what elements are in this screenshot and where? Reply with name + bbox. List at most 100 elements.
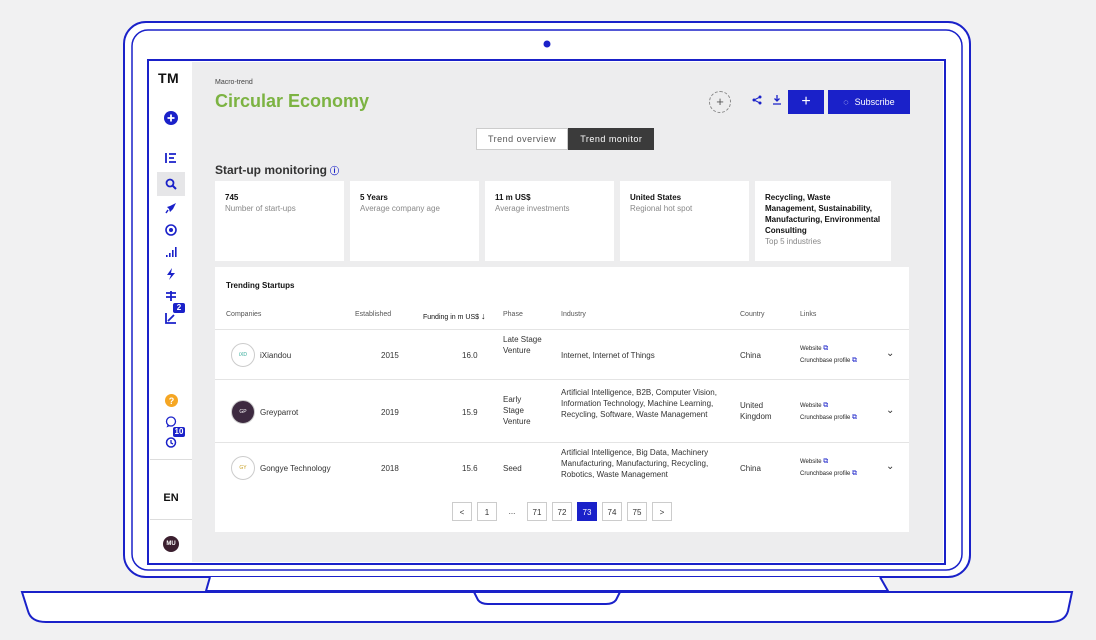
kpi-card: 745 Number of start-ups [215,181,344,261]
kpi-card: United States Regional hot spot [620,181,749,261]
chevron-down-icon[interactable]: ⌄ [886,348,894,359]
crunchbase-link[interactable]: Crunchbase profile ⧉ [800,468,857,480]
column-header-links: Links [800,311,817,318]
app-screen: TM 2 ? 10 EN MU Macro-trend Circular Eco… [150,62,943,562]
sidebar: TM 2 ? 10 EN MU [150,62,192,562]
share-icon[interactable] [752,94,762,108]
info-icon[interactable]: ⓘ [330,166,339,176]
column-header-phase[interactable]: Phase [503,311,523,318]
funding-value: 15.6 [462,464,478,473]
column-header-funding[interactable]: Funding in m US$ ↓ [423,311,485,321]
links-cell: Website ⧉ Crunchbase profile ⧉ [800,400,857,424]
kpi-label: Top 5 industries [765,237,822,246]
table-row[interactable]: GP Greyparrot 2019 15.9 Early Stage Vent… [215,379,909,443]
add-button[interactable]: + [788,90,824,114]
bolt-icon[interactable] [157,262,185,286]
column-header-companies[interactable]: Companies [226,311,261,318]
help-icon[interactable]: ? [157,388,185,412]
website-link[interactable]: Website ⧉ [800,343,857,355]
kpi-card: Recycling, Waste Management, Sustainabil… [755,181,891,261]
history-icon[interactable]: 10 [157,427,185,454]
external-link-icon: ⧉ [823,402,829,409]
column-header-country[interactable]: Country [740,311,765,318]
kpi-value: 11 m US$ [495,193,531,202]
current-page-button[interactable]: 73 [577,502,597,521]
external-link-icon: ⧉ [823,458,829,465]
funding-value: 15.9 [462,408,478,417]
kpi-label: Regional hot spot [630,204,693,213]
prev-page-button[interactable]: < [452,502,472,521]
crunchbase-link[interactable]: Crunchbase profile ⧉ [800,412,857,424]
company-name[interactable]: Gongye Technology [260,463,331,474]
crunchbase-label: Crunchbase profile [800,415,851,421]
add-circle-icon[interactable] [157,106,185,130]
kpi-label: Average investments [495,204,570,213]
company-name[interactable]: Greyparrot [260,407,298,418]
page-button[interactable]: 72 [552,502,572,521]
view-tabs: Trend overview Trend monitor [476,128,655,150]
language-switch[interactable]: EN [157,486,185,510]
add-to-collection-button[interactable]: + [709,91,731,113]
industry: Artificial Intelligence, Big Data, Machi… [561,448,709,479]
pagination: < 1 ... 71 72 73 74 75 > [215,502,909,521]
country: United Kingdom [740,401,772,421]
svg-text:?: ? [168,396,174,406]
section-title: Start-up monitoring [215,163,327,177]
radar-icon[interactable] [157,218,185,242]
funding-header-label: Funding in m US$ [423,314,480,321]
company-logo: iXD [231,343,255,367]
signal-bars-icon[interactable] [157,240,185,264]
links-cell: Website ⧉ Crunchbase profile ⧉ [800,456,857,480]
column-header-industry[interactable]: Industry [561,311,586,318]
trending-startups-card: Trending Startups Companies Established … [215,267,909,532]
app-logo[interactable]: TM [158,70,179,86]
established-year: 2015 [381,351,399,360]
kpi-value: Recycling, Waste Management, Sustainabil… [765,193,881,235]
table-row[interactable]: GY Gongye Technology 2018 15.6 Seed Arti… [215,442,909,493]
established-year: 2019 [381,408,399,417]
avatar-initials: MU [163,536,179,552]
external-link-icon: ⧉ [852,470,858,477]
external-link-icon: ⧉ [823,345,829,352]
page-button[interactable]: 74 [602,502,622,521]
funding-value: 16.0 [462,351,478,360]
company-name[interactable]: iXiandou [260,350,291,361]
favorites-badge: 2 [173,303,185,313]
history-badge: 10 [173,427,185,437]
page-button[interactable]: 1 [477,502,497,521]
favorites-icon[interactable]: 2 [157,303,185,330]
chevron-down-icon[interactable]: ⌄ [886,461,894,472]
website-label: Website [800,459,822,465]
page-button[interactable]: 71 [527,502,547,521]
sort-down-icon: ↓ [480,311,486,321]
page-button[interactable]: 75 [627,502,647,521]
kpi-card: 11 m US$ Average investments [485,181,614,261]
external-link-icon: ⧉ [852,414,858,421]
chevron-down-icon[interactable]: ⌄ [886,405,894,416]
kpi-row: 745 Number of start-ups 5 Years Average … [215,181,891,261]
website-link[interactable]: Website ⧉ [800,456,857,468]
company-logo: GP [231,400,255,424]
website-label: Website [800,346,822,352]
trends-icon[interactable] [157,146,185,170]
search-icon[interactable] [157,172,185,196]
page-eyebrow: Macro-trend [215,79,253,86]
table-title: Trending Startups [226,281,295,290]
crunchbase-link[interactable]: Crunchbase profile ⧉ [800,355,857,367]
download-icon[interactable] [772,94,782,108]
rocket-icon[interactable] [157,196,185,220]
subscribe-button[interactable]: ◌ Subscribe [828,90,910,114]
external-link-icon: ⧉ [852,357,858,364]
avatar[interactable]: MU [157,532,185,556]
tab-trend-overview[interactable]: Trend overview [476,128,569,150]
kpi-card: 5 Years Average company age [350,181,479,261]
kpi-value: United States [630,193,682,202]
tab-trend-monitor[interactable]: Trend monitor [568,128,655,150]
next-page-button[interactable]: > [652,502,672,521]
phase: Late Stage Venture [503,335,542,355]
country: China [740,351,761,360]
website-link[interactable]: Website ⧉ [800,400,857,412]
industry: Internet, Internet of Things [561,351,655,360]
table-row[interactable]: iXD iXiandou 2015 16.0 Late Stage Ventur… [215,329,909,380]
column-header-established[interactable]: Established [355,311,391,318]
